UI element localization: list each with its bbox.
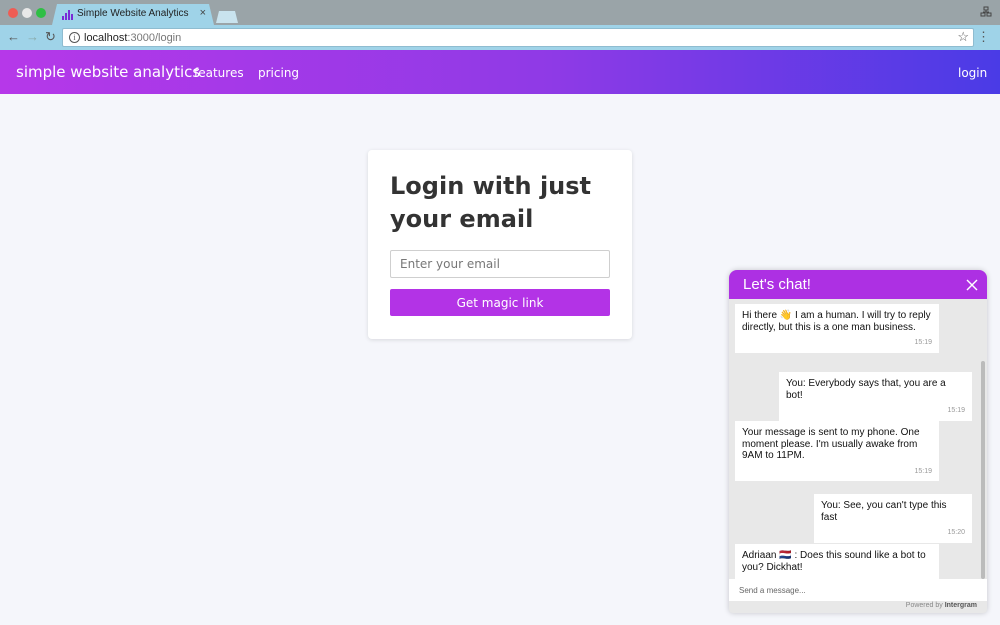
tab-close-icon[interactable]: × (200, 7, 206, 19)
nav-login-link[interactable]: login (958, 66, 987, 80)
browser-tabstrip: Simple Website Analytics × (0, 0, 1000, 25)
browser-menu-icon[interactable]: ⋮ (977, 30, 990, 44)
address-bar[interactable]: i localhost:3000/login ☆ (62, 28, 974, 47)
chat-widget: Let's chat! Hi there 👋 I am a human. I w… (729, 270, 987, 613)
intergram-link[interactable]: Intergram (945, 602, 977, 609)
nav-features-link[interactable]: features (194, 66, 244, 80)
chat-header[interactable]: Let's chat! (729, 270, 987, 299)
bookmark-star-icon[interactable]: ☆ (957, 29, 969, 45)
site-header: simple website analytics features pricin… (0, 50, 1000, 94)
tab-title: Simple Website Analytics (77, 8, 189, 19)
nav-pricing-link[interactable]: pricing (258, 66, 299, 80)
browser-tab-active[interactable]: Simple Website Analytics × (52, 4, 214, 25)
browser-toolbar: ← → ↻ i localhost:3000/login ☆ ⋮ (0, 25, 1000, 50)
chat-message-user: You: Everybody says that, you are a bot!… (779, 372, 972, 421)
email-input[interactable] (390, 250, 610, 278)
powered-by-label: Powered by Intergram (905, 602, 977, 609)
close-icon[interactable] (965, 278, 979, 292)
login-card: Login with just your email Get magic lin… (368, 150, 632, 339)
bar-chart-icon (62, 10, 73, 20)
chat-message-agent: Your message is sent to my phone. One mo… (735, 421, 939, 481)
new-tab-button[interactable] (216, 11, 238, 23)
chat-message-input[interactable] (729, 579, 987, 601)
reload-icon[interactable]: ↻ (45, 30, 56, 44)
info-icon[interactable]: i (69, 32, 80, 43)
forward-arrow-icon[interactable]: → (26, 30, 39, 44)
chat-title: Let's chat! (743, 276, 811, 293)
chat-message-user: You: See, you can't type this fast 15:20 (814, 494, 972, 543)
maximize-window-button[interactable] (36, 8, 46, 18)
minimize-window-button[interactable] (22, 8, 32, 18)
chat-scrollbar[interactable] (981, 361, 985, 579)
chat-messages[interactable]: Hi there 👋 I am a human. I will try to r… (729, 299, 987, 579)
close-window-button[interactable] (8, 8, 18, 18)
chat-message-agent: Adriaan 🇳🇱 : Does this sound like a bot … (735, 544, 939, 579)
brand-logo-link[interactable]: simple website analytics (16, 63, 200, 81)
chat-message-agent: Hi there 👋 I am a human. I will try to r… (735, 304, 939, 353)
login-title: Login with just your email (390, 172, 592, 233)
get-magic-link-button[interactable]: Get magic link (390, 289, 610, 316)
url-text: localhost:3000/login (84, 32, 182, 44)
profile-icon[interactable] (980, 6, 992, 18)
back-arrow-icon[interactable]: ← (7, 30, 20, 44)
